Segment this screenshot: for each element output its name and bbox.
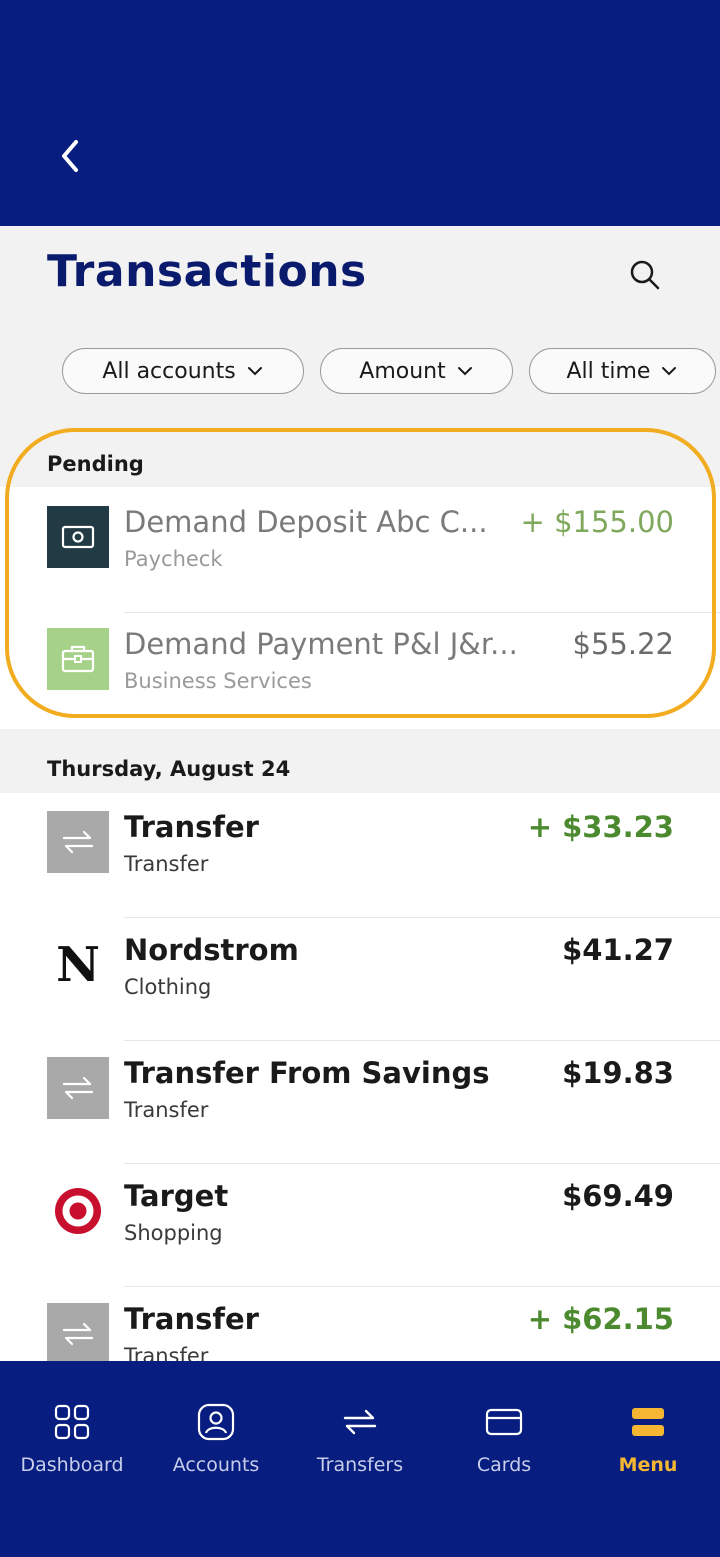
date-header: Thursday, August 24 xyxy=(47,757,291,781)
transaction-category: Shopping xyxy=(124,1221,223,1245)
transaction-name: Demand Payment P&l J&r... xyxy=(124,627,518,661)
transaction-category: Business Services xyxy=(124,669,312,693)
nav-accounts[interactable]: Accounts xyxy=(144,1400,288,1490)
nav-transfers-label: Transfers xyxy=(316,1454,404,1476)
filter-all-accounts-label: All accounts xyxy=(102,358,236,384)
transaction-name: Transfer From Savings xyxy=(124,1056,490,1090)
pending-transaction-row[interactable]: Demand Payment P&l J&r... Business Servi… xyxy=(0,613,720,735)
chevron-left-icon xyxy=(62,140,78,172)
transaction-amount: + $62.15 xyxy=(527,1302,674,1336)
transaction-row[interactable]: N Nordstrom Clothing $41.27 xyxy=(0,919,720,1041)
nav-cards[interactable]: Cards xyxy=(432,1400,576,1490)
card-icon xyxy=(482,1400,526,1444)
nav-cards-label: Cards xyxy=(476,1454,532,1476)
top-app-bar xyxy=(0,0,720,226)
briefcase-icon xyxy=(47,628,109,690)
transaction-amount: + $33.23 xyxy=(527,810,674,844)
transaction-row[interactable]: Transfer From Savings Transfer $19.83 xyxy=(0,1042,720,1164)
transaction-name: Transfer xyxy=(124,810,259,844)
nordstrom-logo: N xyxy=(47,934,109,996)
filter-all-accounts[interactable]: All accounts xyxy=(62,348,304,394)
page-title: Transactions xyxy=(47,246,367,297)
filter-all-time-label: All time xyxy=(566,358,651,384)
row-divider xyxy=(124,1039,720,1041)
transaction-row[interactable]: Target Shopping $69.49 xyxy=(0,1165,720,1287)
transaction-amount: + $155.00 xyxy=(520,505,674,539)
nav-menu-label: Menu xyxy=(618,1454,678,1476)
search-button[interactable] xyxy=(620,250,670,300)
transaction-name: Transfer xyxy=(124,1302,259,1336)
accounts-icon xyxy=(194,1400,238,1444)
transaction-name: Target xyxy=(124,1179,229,1213)
chevron-down-icon xyxy=(662,367,677,376)
dashboard-icon xyxy=(50,1400,94,1444)
filter-all-time[interactable]: All time xyxy=(529,348,716,394)
transfer-icon xyxy=(47,811,109,873)
transaction-category: Transfer xyxy=(124,1098,209,1122)
pending-label: Pending xyxy=(47,452,144,476)
transaction-category: Paycheck xyxy=(124,547,223,571)
nav-dashboard[interactable]: Dashboard xyxy=(0,1400,144,1490)
nav-dashboard-label: Dashboard xyxy=(20,1454,124,1476)
cash-icon xyxy=(47,506,109,568)
transfer-icon xyxy=(47,1057,109,1119)
filter-amount[interactable]: Amount xyxy=(320,348,513,394)
transaction-name: Demand Deposit Abc C... xyxy=(124,505,488,539)
filter-amount-label: Amount xyxy=(359,358,446,384)
row-divider xyxy=(124,1285,720,1287)
nav-menu[interactable]: Menu xyxy=(576,1400,720,1490)
back-button[interactable] xyxy=(48,130,92,182)
chevron-down-icon xyxy=(457,367,472,376)
transaction-category: Clothing xyxy=(124,975,212,999)
transaction-amount: $69.49 xyxy=(562,1179,674,1213)
chevron-down-icon xyxy=(247,367,262,376)
row-divider xyxy=(124,1162,720,1164)
transfers-icon xyxy=(338,1400,382,1444)
transaction-amount: $41.27 xyxy=(562,933,674,967)
target-logo xyxy=(47,1180,109,1242)
transaction-name: Nordstrom xyxy=(124,933,299,967)
nav-accounts-label: Accounts xyxy=(172,1454,260,1476)
transaction-amount: $55.22 xyxy=(572,627,674,661)
transaction-category: Transfer xyxy=(124,852,209,876)
search-icon xyxy=(630,260,660,290)
menu-icon xyxy=(626,1400,670,1444)
transaction-row[interactable]: Transfer Transfer + $33.23 xyxy=(0,796,720,918)
row-divider xyxy=(124,916,720,918)
pending-transaction-row[interactable]: Demand Deposit Abc C... Paycheck + $155.… xyxy=(0,491,720,613)
nordstrom-logo-text: N xyxy=(56,937,100,993)
transfer-icon xyxy=(47,1303,109,1365)
transaction-amount: $19.83 xyxy=(562,1056,674,1090)
nav-transfers[interactable]: Transfers xyxy=(288,1400,432,1490)
